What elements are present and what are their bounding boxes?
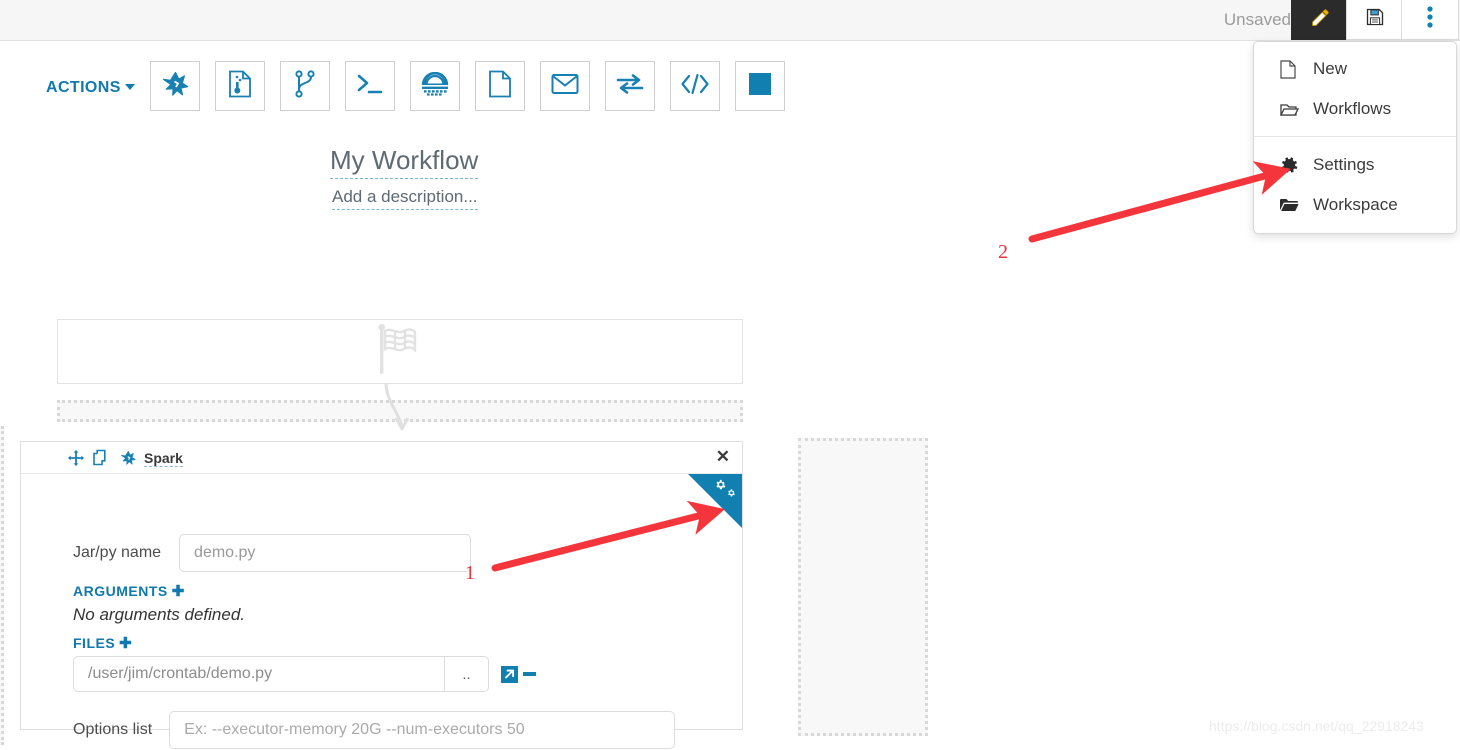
main-dropdown-menu: New Workflows Settings Workspace	[1253, 41, 1457, 234]
angle-brackets-icon	[680, 73, 710, 100]
toolbar-spark-action[interactable]	[150, 61, 200, 111]
menu-item-new[interactable]: New	[1254, 49, 1456, 89]
file-path-row: ..	[73, 656, 536, 692]
terminal-icon	[356, 72, 384, 101]
toolbar-sqoop-action[interactable]	[605, 61, 655, 111]
vertical-dots-icon	[1427, 6, 1433, 33]
menu-separator	[1254, 136, 1456, 137]
menu-item-label: Workflows	[1313, 99, 1392, 118]
watermark-text: https://blog.csdn.net/qq_22918243	[1209, 718, 1424, 734]
flow-connector-arrow	[380, 382, 424, 439]
options-list-row: Options list	[73, 711, 676, 749]
add-argument-icon[interactable]: ✚	[172, 582, 185, 600]
git-branch-icon	[294, 69, 316, 103]
options-list-input[interactable]	[169, 711, 676, 749]
toolbar-hive-action[interactable]	[410, 61, 460, 111]
toolbar-shell-action[interactable]	[345, 61, 395, 111]
workflow-description[interactable]: Add a description...	[332, 187, 478, 210]
toolbar-git-action[interactable]	[280, 61, 330, 111]
toolbar-stop-action[interactable]	[735, 61, 785, 111]
copy-icon[interactable]	[93, 449, 109, 466]
more-button[interactable]	[1401, 0, 1459, 40]
blank-page-icon	[488, 70, 512, 103]
node-settings-corner-button[interactable]	[688, 474, 742, 528]
file-icon	[1280, 59, 1302, 79]
files-label-text: FILES	[73, 635, 116, 651]
jar-name-row: Jar/py name	[73, 534, 472, 572]
menu-item-label: Workspace	[1313, 195, 1398, 214]
close-icon[interactable]: ✕	[716, 448, 730, 465]
folder-open-icon	[1280, 99, 1302, 119]
checkered-flag-icon	[373, 324, 427, 379]
menu-item-label: Settings	[1313, 155, 1375, 174]
spark-node-header: Spark ✕	[21, 442, 742, 474]
annotation-marker-2: 2	[998, 241, 1008, 263]
toolbar-email-action[interactable]	[540, 61, 590, 111]
menu-item-workflows[interactable]: Workflows	[1254, 89, 1456, 129]
spark-action-node: Spark ✕ Jar/py name ARGUMENTS✚ No argume…	[20, 441, 743, 749]
external-link-icon[interactable]	[501, 665, 518, 683]
save-button[interactable]	[1346, 0, 1404, 40]
start-node[interactable]	[57, 319, 743, 384]
drop-zone-right[interactable]	[798, 438, 928, 736]
arguments-label-text: ARGUMENTS	[73, 583, 168, 599]
toolbar-code-action[interactable]	[670, 61, 720, 111]
gears-icon	[715, 479, 737, 504]
toolbar-file-action[interactable]	[475, 61, 525, 111]
file-path-input[interactable]	[73, 656, 445, 692]
menu-item-label: New	[1313, 59, 1348, 78]
menu-item-settings[interactable]: Settings	[1254, 145, 1456, 185]
drop-zone-left[interactable]	[0, 426, 4, 745]
move-arrows-icon[interactable]	[68, 450, 84, 466]
unsaved-status-label: Unsaved	[1223, 10, 1291, 29]
files-section-label[interactable]: FILES ✚	[73, 634, 132, 652]
no-arguments-text: No arguments defined.	[73, 605, 245, 624]
floppy-disk-icon	[1365, 7, 1385, 32]
spark-node-body: Jar/py name ARGUMENTS✚ No arguments defi…	[21, 474, 742, 749]
spark-star-icon	[160, 70, 190, 103]
actions-dropdown-toggle[interactable]: ACTIONS	[46, 79, 135, 97]
browse-file-button[interactable]: ..	[445, 656, 489, 692]
spark-node-title[interactable]: Spark	[144, 450, 183, 467]
add-file-icon[interactable]: ✚	[119, 634, 132, 652]
filled-square-icon	[749, 72, 771, 100]
arguments-section-label[interactable]: ARGUMENTS ✚	[73, 582, 185, 600]
remove-file-icon[interactable]	[523, 672, 536, 676]
envelope-icon	[551, 73, 579, 100]
document-script-icon	[228, 70, 252, 103]
options-list-label: Options list	[73, 721, 153, 738]
folder-icon	[1280, 195, 1302, 215]
toolbar-pig-action[interactable]	[215, 61, 265, 111]
menu-item-workspace[interactable]: Workspace	[1254, 185, 1456, 225]
spark-star-icon	[119, 450, 137, 466]
gear-icon	[1280, 155, 1302, 175]
edit-button[interactable]	[1291, 0, 1349, 40]
transfer-arrows-icon	[616, 73, 644, 100]
top-bar: Unsaved	[0, 0, 1460, 41]
actions-label-text: ACTIONS	[46, 79, 121, 96]
jar-name-input[interactable]	[179, 534, 472, 572]
workflow-title[interactable]: My Workflow	[330, 145, 479, 179]
pencil-icon	[1310, 7, 1331, 33]
jar-name-label: Jar/py name	[73, 544, 162, 561]
chevron-down-icon	[124, 84, 135, 90]
hive-bee-icon	[420, 71, 450, 101]
